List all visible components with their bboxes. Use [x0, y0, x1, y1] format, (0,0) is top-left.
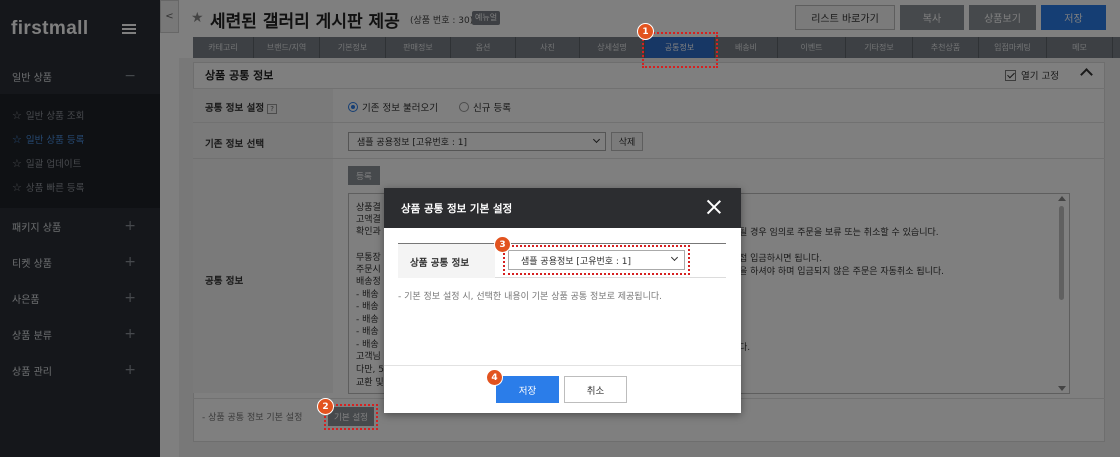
modal-label-cell: 상품 공통 정보 [398, 244, 495, 278]
modal-title: 상품 공통 정보 기본 설정 [401, 203, 513, 215]
step-badge-2: 2 [317, 398, 334, 415]
highlight-common-info-tab [642, 32, 718, 68]
step-badge-4: 4 [486, 369, 503, 386]
modal-note: - 기본 정보 설정 시, 선택한 내용이 기본 상품 공통 정보로 제공됩니다… [398, 292, 663, 302]
divider [384, 365, 741, 366]
close-icon[interactable] [707, 200, 721, 214]
modal-save-button[interactable]: 저장 [496, 376, 559, 403]
modal-cancel-button[interactable]: 취소 [564, 376, 627, 403]
step-badge-3: 3 [494, 236, 511, 253]
modal-field-label: 상품 공통 정보 [410, 258, 470, 269]
highlight-modal-select [503, 245, 690, 275]
step-badge-1: 1 [637, 23, 654, 40]
common-info-default-modal: 상품 공통 정보 기본 설정 상품 공통 정보 샘플 공용정보 [고유번호 : … [384, 188, 741, 413]
modal-header: 상품 공통 정보 기본 설정 [384, 188, 741, 228]
